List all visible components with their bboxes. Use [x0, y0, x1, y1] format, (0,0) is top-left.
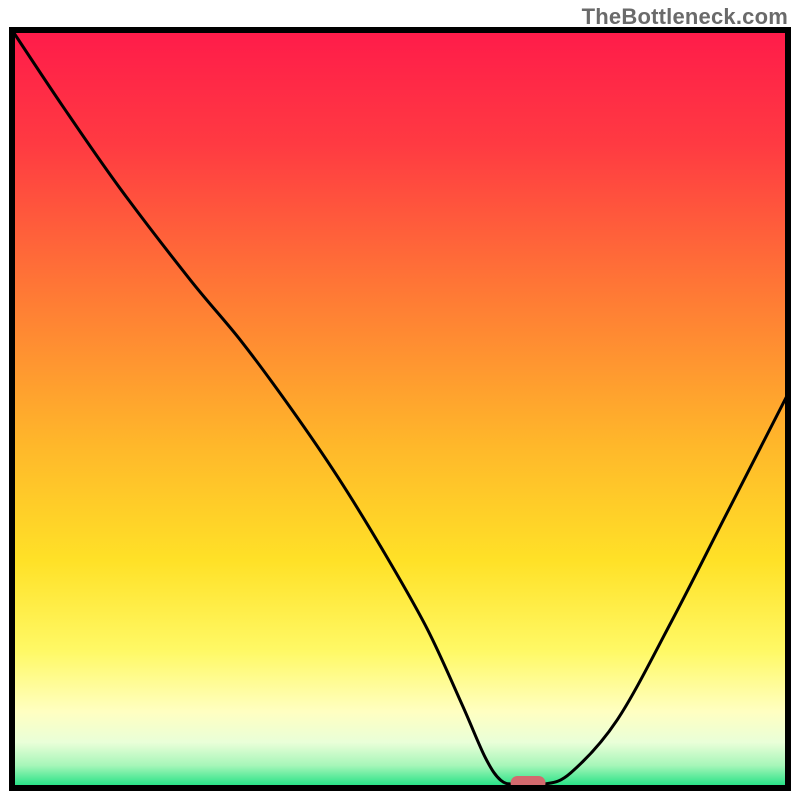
chart-container: TheBottleneck.com: [0, 0, 800, 800]
gradient-background: [12, 30, 788, 788]
watermark-label: TheBottleneck.com: [582, 4, 788, 30]
plot-area: [12, 30, 788, 790]
bottleneck-chart: [0, 0, 800, 800]
